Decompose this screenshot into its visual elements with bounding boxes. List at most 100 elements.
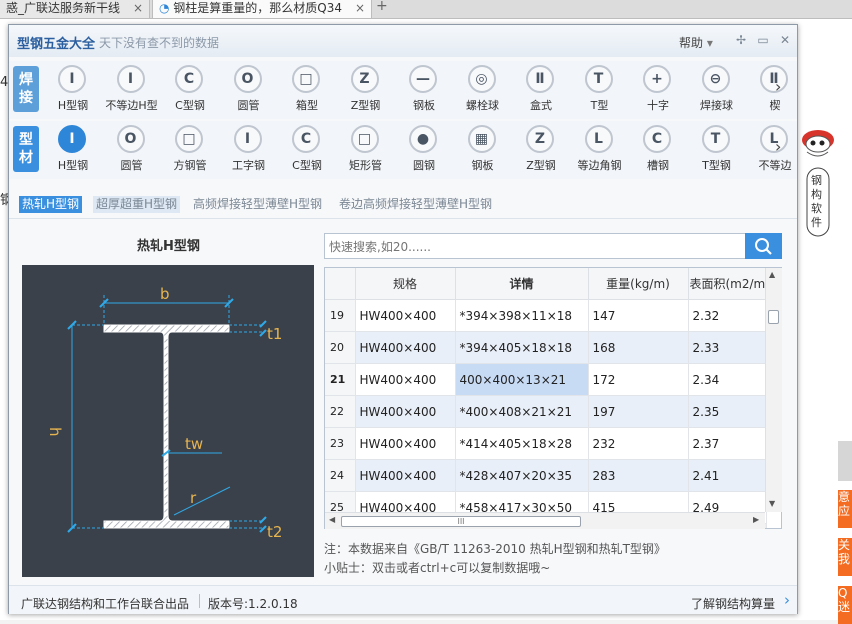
vertical-scrollbar[interactable]: ▲ ▼ [765, 268, 782, 512]
browser-tab-2[interactable]: ◔ 钢柱是算重量的，那么材质Q34 × [152, 0, 372, 18]
weld-item[interactable]: T T型 [572, 61, 628, 119]
subtab-hot-rolled-h[interactable]: 热轧H型钢 [19, 196, 83, 213]
cell-weight[interactable]: 232 [588, 427, 689, 460]
side-button-3[interactable]: Q 迷 [838, 586, 852, 624]
side-tab[interactable] [838, 441, 852, 481]
column-header-spec[interactable]: 规格 [355, 268, 456, 300]
side-button-1[interactable]: 意 应 [838, 490, 852, 528]
cell-detail[interactable]: *394×398×11×18 [455, 299, 589, 332]
cell-detail[interactable]: *414×405×18×28 [455, 427, 589, 460]
cell-spec[interactable]: HW400×400 [355, 459, 456, 492]
cell-detail[interactable]: *400×408×21×21 [455, 395, 589, 428]
subtab-super-thick-h[interactable]: 超厚超重H型钢 [93, 196, 181, 213]
cell-area[interactable]: 2.37 [688, 427, 768, 460]
profile-item[interactable]: C C型钢 [279, 121, 335, 179]
new-tab-icon[interactable]: + [376, 0, 388, 14]
table-row[interactable]: 20 HW400×400 *394×405×18×18 168 2.33 [325, 331, 768, 364]
weld-item[interactable]: O 圆管 [221, 61, 277, 119]
table-row[interactable]: 21 HW400×400 400×400×13×21 172 2.34 [325, 363, 768, 396]
weld-item[interactable]: Ⅱ 盒式 [513, 61, 569, 119]
section-title: 热轧H型钢 [137, 239, 200, 254]
cell-weight[interactable]: 168 [588, 331, 689, 364]
cell-spec[interactable]: HW400×400 [355, 395, 456, 428]
weld-item-label: 焊接球 [700, 99, 733, 112]
scroll-right-icon[interactable]: ▶ [753, 515, 759, 524]
horizontal-scroll-thumb[interactable]: III [341, 516, 581, 527]
weld-item[interactable]: I H型钢 [45, 61, 101, 119]
weld-item[interactable]: ⊖ 焊接球 [689, 61, 745, 119]
browser-tab-bar: 惑_广联达服务新干线 × ◔ 钢柱是算重量的，那么材质Q34 × + [0, 0, 852, 19]
profile-item[interactable]: ● 圆钢 [396, 121, 452, 179]
cell-weight[interactable]: 172 [588, 363, 689, 396]
cell-weight[interactable]: 283 [588, 459, 689, 492]
browser-tab-1[interactable]: 惑_广联达服务新干线 × [0, 0, 150, 18]
column-header-detail[interactable]: 详情 [455, 268, 589, 300]
horizontal-scrollbar[interactable]: ◀ III ▶ [325, 512, 765, 529]
weld-item[interactable]: Z Z型钢 [338, 61, 394, 119]
learn-more-link[interactable]: 了解钢结构算量 [691, 595, 775, 612]
profile-item[interactable]: □ 方钢管 [162, 121, 218, 179]
help-menu[interactable]: 帮助 ▾ [679, 34, 713, 51]
tab-close-icon[interactable]: × [355, 0, 365, 16]
weld-item[interactable]: □ 箱型 [279, 61, 335, 119]
profile-category[interactable]: 型材 [13, 126, 39, 172]
weld-item[interactable]: ◎ 螺栓球 [455, 61, 511, 119]
profile-item[interactable]: □ 矩形管 [338, 121, 394, 179]
profile-item[interactable]: C 槽钢 [630, 121, 686, 179]
cell-weight[interactable]: 147 [588, 299, 689, 332]
profile-item[interactable]: I 工字钢 [221, 121, 277, 179]
weld-category[interactable]: 焊接 [13, 66, 39, 112]
h-beam-diagram: b t1 h tw r t2 [22, 265, 314, 577]
profile-item[interactable]: ▦ 钢板 [455, 121, 511, 179]
row-index: 22 [325, 395, 356, 428]
pin-icon[interactable]: ✢ [733, 32, 749, 48]
title-bar[interactable]: 型钢五金大全 天下没有查不到的数据 帮助 ▾ ✢ ▭ ✕ [9, 25, 797, 57]
cell-area[interactable]: 2.41 [688, 459, 768, 492]
scroll-up-icon[interactable]: ▲ [769, 270, 775, 279]
cell-spec[interactable]: HW400×400 [355, 427, 456, 460]
cell-area[interactable]: 2.34 [688, 363, 768, 396]
subtab-curled-hf-welded-h[interactable]: 卷边高频焊接轻型薄壁H型钢 [336, 196, 495, 213]
scroll-left-icon[interactable]: ◀ [329, 515, 335, 524]
weld-item[interactable]: C C型钢 [162, 61, 218, 119]
weld-item[interactable]: I 不等边H型 [104, 61, 160, 119]
close-icon[interactable]: ✕ [777, 32, 793, 48]
cell-detail[interactable]: 400×400×13×21 [455, 363, 589, 396]
column-header-weight[interactable]: 重量(kg/m) [588, 268, 689, 300]
chevron-right-icon[interactable]: › [775, 77, 781, 96]
cell-spec[interactable]: HW400×400 [355, 299, 456, 332]
cell-weight[interactable]: 197 [588, 395, 689, 428]
cell-area[interactable]: 2.32 [688, 299, 768, 332]
tab-close-icon[interactable]: × [133, 0, 143, 16]
search-input[interactable] [327, 237, 741, 257]
subtab-hf-welded-h[interactable]: 高频焊接轻型薄壁H型钢 [190, 196, 325, 213]
minimize-icon[interactable]: ▭ [755, 32, 771, 48]
profile-item[interactable]: O 圆管 [104, 121, 160, 179]
cell-spec[interactable]: HW400×400 [355, 363, 456, 396]
weld-item[interactable]: — 钢板 [396, 61, 452, 119]
profile-item[interactable]: I H型钢 [45, 121, 101, 179]
table-row[interactable]: 23 HW400×400 *414×405×18×28 232 2.37 [325, 427, 768, 460]
table-row[interactable]: 19 HW400×400 *394×398×11×18 147 2.32 [325, 299, 768, 332]
section-shape-icon: — [409, 65, 437, 93]
profile-item[interactable]: T T型钢 [689, 121, 745, 179]
cell-detail[interactable]: *428×407×20×35 [455, 459, 589, 492]
scroll-down-icon[interactable]: ▼ [769, 499, 775, 508]
chevron-right-icon[interactable]: › [784, 591, 790, 609]
weld-item[interactable]: + 十字 [630, 61, 686, 119]
cell-spec[interactable]: HW400×400 [355, 331, 456, 364]
weld-row: 焊接 I H型钢 I 不等边H型 C C型钢 O 圆管 □ 箱型 Z Z型钢 — 钢板 ◎ 螺栓球 Ⅱ 盒式 T T型… [9, 61, 797, 119]
cell-area[interactable]: 2.35 [688, 395, 768, 428]
cell-area[interactable]: 2.33 [688, 331, 768, 364]
column-header-area[interactable]: 表面积(m2/m [688, 268, 768, 300]
profile-item[interactable]: Z Z型钢 [513, 121, 569, 179]
profile-item[interactable]: L 等边角钢 [572, 121, 628, 179]
table-row[interactable]: 22 HW400×400 *400×408×21×21 197 2.35 [325, 395, 768, 428]
mascot-widget[interactable]: 钢构软件 [798, 124, 838, 239]
chevron-right-icon[interactable]: › [775, 137, 781, 156]
cell-detail[interactable]: *394×405×18×18 [455, 331, 589, 364]
vertical-scroll-thumb[interactable] [768, 310, 779, 324]
side-button-2[interactable]: 关 我 [838, 538, 852, 576]
search-button[interactable] [745, 233, 782, 259]
table-row[interactable]: 24 HW400×400 *428×407×20×35 283 2.41 [325, 459, 768, 492]
